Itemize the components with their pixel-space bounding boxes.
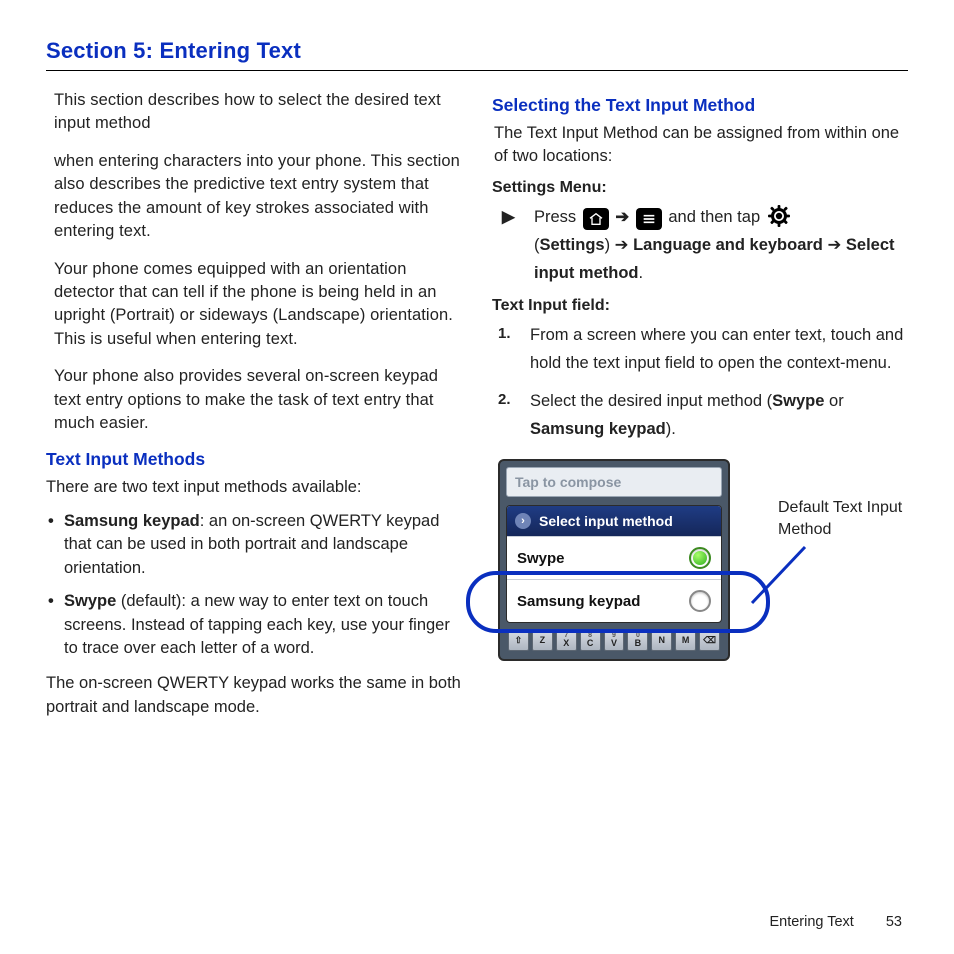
- option-label: Swype: [517, 550, 565, 567]
- intro-paragraph: Your phone comes equipped with an orient…: [54, 258, 462, 352]
- step-text: From a screen where you can enter text, …: [530, 321, 908, 377]
- method-desc: (default): a new way to enter text on to…: [64, 592, 450, 657]
- and-tap-text: and then tap: [668, 208, 764, 226]
- callout-highlight-ring: [466, 571, 770, 633]
- methods-list: Samsung keypad: an on-screen QWERTY keyp…: [46, 510, 462, 661]
- text-input-field-label: Text Input field:: [492, 297, 908, 315]
- radio-selected-icon[interactable]: [689, 547, 711, 569]
- dialog-header: › Select input method: [507, 506, 721, 536]
- page-number: 53: [886, 914, 902, 930]
- step2-mid: or: [824, 392, 843, 410]
- right-column: Selecting the Text Input Method The Text…: [492, 89, 908, 729]
- path-sep: ➔: [823, 236, 846, 254]
- arrow-icon: ➔: [615, 208, 629, 226]
- compose-field[interactable]: Tap to compose: [506, 467, 722, 497]
- footer-title: Entering Text: [769, 914, 853, 930]
- select-lead: The Text Input Method can be assigned fr…: [494, 122, 908, 169]
- period: .: [638, 264, 643, 282]
- gear-icon: [767, 204, 791, 228]
- step2-samsung: Samsung keypad: [530, 420, 666, 438]
- numbered-step: 1. From a screen where you can enter tex…: [498, 321, 908, 377]
- subheading-text-input-methods: Text Input Methods: [46, 449, 462, 470]
- step2-post: ).: [666, 420, 676, 438]
- step-body: Press ➔ and then tap (Settings) ➔ Langua…: [534, 203, 908, 287]
- section-title: Section 5: Entering Text: [46, 38, 908, 64]
- dialog-title: Select input method: [539, 513, 673, 529]
- list-item: Samsung keypad: an on-screen QWERTY keyp…: [46, 510, 462, 580]
- chevron-right-icon: ›: [515, 513, 531, 529]
- subheading-selecting-method: Selecting the Text Input Method: [492, 95, 908, 116]
- numbered-step: 2. Select the desired input method (Swyp…: [498, 387, 908, 443]
- list-item: Swype (default): a new way to enter text…: [46, 590, 462, 660]
- home-icon: [583, 208, 609, 230]
- intro-paragraph: Your phone also provides several on-scre…: [54, 365, 462, 435]
- settings-menu-label: Settings Menu:: [492, 179, 908, 197]
- figure-select-input-method: Tap to compose › Select input method Swy…: [492, 459, 908, 719]
- method-name: Samsung keypad: [64, 512, 200, 530]
- intro-paragraph: This section describes how to select the…: [54, 89, 462, 136]
- path-language: Language and keyboard: [633, 236, 823, 254]
- page-footer: Entering Text 53: [769, 914, 902, 930]
- step-text: Select the desired input method (Swype o…: [530, 387, 908, 443]
- press-text: Press: [534, 208, 581, 226]
- path-settings: Settings: [540, 236, 605, 254]
- menu-icon: [636, 208, 662, 230]
- step-number: 2.: [498, 387, 516, 443]
- settings-step: ▶ Press ➔ and then tap (Settings) ➔ Lang…: [502, 203, 908, 287]
- callout-leader-line: [750, 545, 840, 605]
- path-sep: ➔: [610, 236, 633, 254]
- step2-pre: Select the desired input method (: [530, 392, 772, 410]
- section-rule: [46, 70, 908, 71]
- intro-paragraph: when entering characters into your phone…: [54, 150, 462, 244]
- step-marker-icon: ▶: [502, 203, 522, 287]
- left-column: This section describes how to select the…: [46, 89, 462, 729]
- methods-closing: The on-screen QWERTY keypad works the sa…: [46, 672, 462, 719]
- step2-swype: Swype: [772, 392, 824, 410]
- method-name: Swype: [64, 592, 116, 610]
- step-number: 1.: [498, 321, 516, 377]
- methods-lead: There are two text input methods availab…: [46, 476, 462, 499]
- callout-label: Default Text Input Method: [778, 497, 908, 540]
- two-column-layout: This section describes how to select the…: [46, 89, 908, 729]
